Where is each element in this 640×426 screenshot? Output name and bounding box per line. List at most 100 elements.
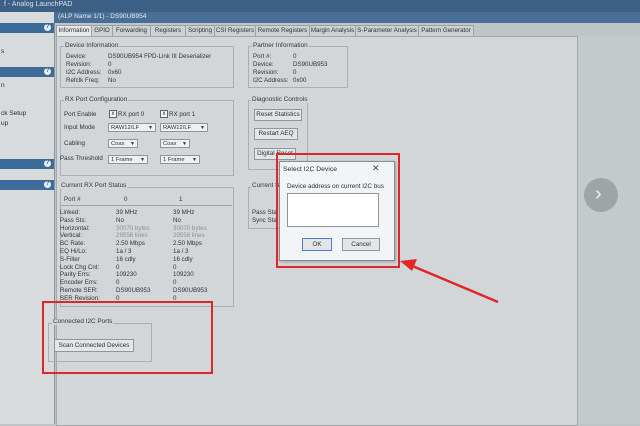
status-row-port-1-value: 109230 [173, 271, 194, 279]
status-row-label: Lock Chg Cnt: [60, 263, 100, 271]
app-top-bar [0, 0, 640, 12]
tab-remote-registers[interactable]: Remote Registers [255, 25, 310, 36]
tab-margin-analysis[interactable]: Margin Analysis [309, 25, 356, 36]
pass-threshold-select-1[interactable]: 1 Frame ▼ [160, 155, 200, 164]
chevron-right-icon[interactable]: › [595, 182, 602, 206]
cabling-label: Cabling [64, 140, 85, 147]
pass-threshold-value-0: 1 Frame [111, 157, 133, 163]
partner-device-value: DS90UB953 [293, 61, 328, 68]
status-row-label: Pass Sts: [60, 216, 87, 224]
sidebar-item[interactable]: ck Setup [1, 110, 26, 117]
tab-csi-registers[interactable]: CSI Registers [214, 25, 256, 36]
input-mode-value-1: RAW12/LF [163, 125, 192, 131]
help-icon[interactable]: ? [44, 68, 51, 75]
device-info-title: Device Information [64, 42, 120, 49]
device-value: DS90UB954 FPD-Link III Deserializer [108, 53, 212, 60]
status-row-label: BC Rate: [60, 240, 86, 248]
sidebar-section-header[interactable]: ? [0, 23, 54, 33]
sidebar-section-header[interactable]: ? [0, 67, 54, 77]
port-number-label: Port # [64, 196, 81, 203]
help-icon[interactable]: ? [44, 24, 51, 31]
rx-status-title: Current RX Port Status [60, 182, 128, 189]
reset-statistics-button[interactable]: Reset Statistics [254, 109, 302, 121]
device-label: Device: [66, 53, 87, 60]
arrow-head-icon [400, 259, 417, 271]
status-row-label: S-Filter [60, 255, 80, 263]
status-row-label: Encoder Errs: [60, 279, 98, 287]
partner-revision-label: Revision: [253, 69, 279, 76]
rx-port-0-checkbox[interactable]: x [109, 110, 117, 118]
status-row-port-1-value: 2.50 Mbps [173, 240, 202, 248]
status-row-label: EQ Hi/Lo: [60, 248, 87, 255]
partner-port-value: 0 [293, 53, 297, 60]
tab-gpio[interactable]: GPIO [91, 25, 113, 36]
input-mode-select-1[interactable]: RAW12/LF ▼ [160, 123, 208, 132]
window-title: (ALP Name 1/1) - DS90UB954 [58, 13, 147, 20]
partner-revision-value: 0 [293, 69, 297, 76]
right-empty-area [576, 36, 640, 424]
tab-pattern-generator[interactable]: Pattern Generator [418, 25, 474, 36]
sidebar-item[interactable]: up [1, 120, 8, 127]
sidebar-item[interactable]: n [1, 82, 5, 89]
chevron-down-icon: ▼ [182, 141, 187, 147]
refclk-value: No [108, 77, 116, 84]
status-row-port-1-value: 16 cdly [173, 255, 193, 263]
sidebar-item[interactable]: s [1, 48, 4, 55]
port-0-header: 0 [124, 196, 128, 203]
rx-port-1-checkbox[interactable]: x [160, 110, 168, 118]
chevron-down-icon: ▼ [192, 157, 197, 163]
rx-port-1-label: RX port 1 [169, 111, 196, 118]
tab-strip: Information GPIO Forwarding Registers Sc… [56, 25, 526, 36]
status-row-port-0-value: 0 [116, 263, 120, 271]
revision-value: 0 [108, 61, 112, 68]
help-icon[interactable]: ? [44, 160, 51, 167]
partner-port-label: Port #: [253, 53, 272, 60]
status-row-port-0-value: 29556 lines [116, 232, 148, 240]
status-row-port-0-value: 1a / 3 [116, 248, 132, 255]
status-row-label: Linked: [60, 209, 80, 216]
status-row-port-1-value: 0 [173, 279, 177, 287]
input-mode-select-0[interactable]: RAW12/LF ▼ [108, 123, 156, 132]
partner-info-title: Partner Information [252, 42, 309, 49]
pass-status-label: Pass Sta [252, 209, 277, 216]
help-icon[interactable]: ? [44, 181, 51, 188]
sidebar-section-header[interactable]: ? [0, 159, 54, 169]
cabling-select-0[interactable]: Coax ▼ [108, 139, 138, 148]
input-mode-label: Input Mode [64, 124, 95, 131]
chevron-down-icon: ▼ [148, 125, 153, 131]
rx-port-0-label: RX port 0 [118, 111, 145, 118]
status-row-label: Horizontal: [60, 224, 90, 232]
tab-information[interactable]: Information [56, 25, 92, 36]
status-row-port-0-value: 2.50 Mbps [116, 240, 145, 248]
status-row-port-1-value: 29556 lines [173, 232, 205, 240]
pass-threshold-label: Pass Threshold [60, 155, 103, 162]
sync-status-label: Sync Sta [252, 217, 277, 224]
status-row-port-0-value: 16 cdly [116, 255, 136, 263]
sidebar-section-header[interactable]: ? [0, 180, 54, 190]
cabling-value-1: Coax [163, 141, 177, 147]
partner-i2c-value: 0x00 [293, 77, 307, 84]
cabling-select-1[interactable]: Coax ▼ [160, 139, 190, 148]
status-divider [60, 205, 232, 206]
port-1-header: 1 [179, 196, 183, 203]
status-row-port-0-value: DS90UB953 [116, 287, 151, 294]
tab-s-parameter-analysis[interactable]: S-Parameter Analysis [355, 25, 419, 36]
pass-threshold-select-0[interactable]: 1 Frame ▼ [108, 155, 148, 164]
status-row-port-1-value: 30070 bytes [173, 224, 207, 232]
partner-device-label: Device: [253, 61, 274, 68]
tab-forwarding[interactable]: Forwarding [112, 25, 151, 36]
i2c-address-label: I2C Address: [66, 69, 102, 76]
tab-scripting[interactable]: Scripting [185, 25, 215, 36]
arrow-shaft [409, 263, 499, 304]
annotation-box-dialog [276, 153, 400, 268]
tab-registers[interactable]: Registers [150, 25, 186, 36]
status-row-label: Parity Errs: [60, 271, 91, 279]
status-row-port-0-value: 30070 bytes [116, 224, 150, 232]
restart-aeq-button[interactable]: Restart AEQ [254, 128, 298, 140]
annotation-arrow [400, 259, 499, 304]
input-mode-value-0: RAW12/LF [111, 125, 140, 131]
refclk-label: Refclk Freq: [66, 77, 100, 84]
status-row-port-1-value: DS90UB953 [173, 287, 208, 294]
status-row-port-0-value: No [116, 216, 124, 224]
revision-label: Revision: [66, 61, 92, 68]
